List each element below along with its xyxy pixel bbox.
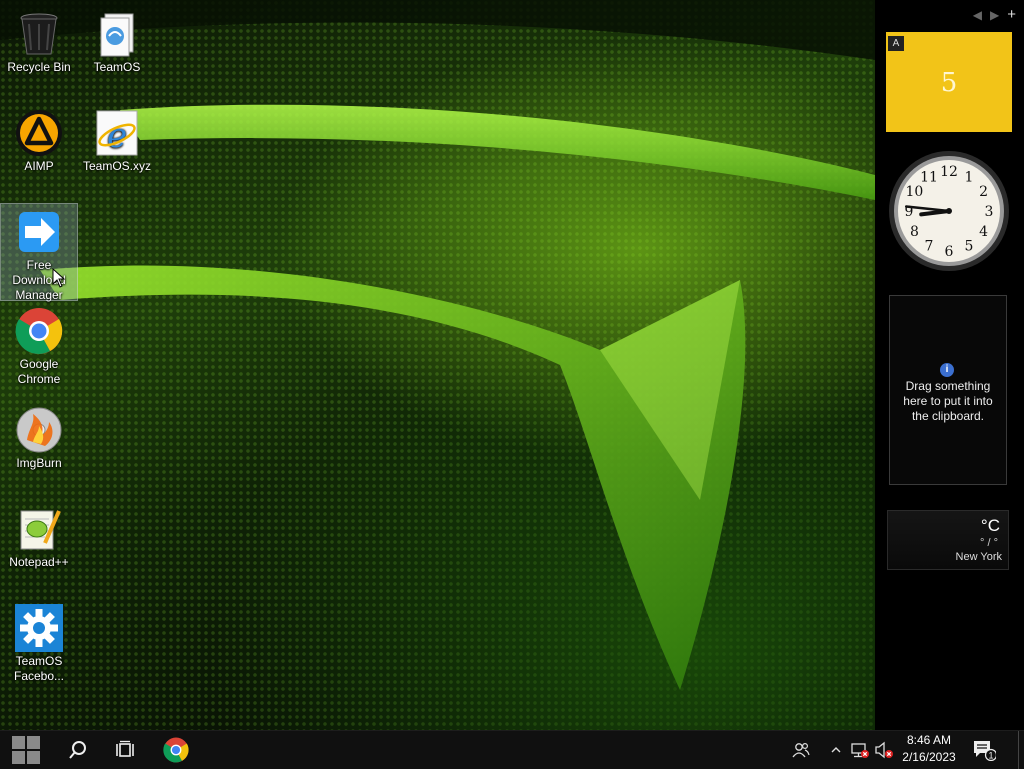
desktop[interactable]: Recycle Bin TeamOS AIMP e TeamOS.xyz Fre… [0, 0, 875, 730]
notification-icon: 1 [974, 741, 996, 761]
clock-numeral: 7 [925, 239, 934, 255]
chevron-up-icon [831, 747, 841, 753]
gear-icon [15, 604, 63, 652]
icon-label: Google Chrome [17, 357, 61, 386]
search-icon [69, 741, 86, 759]
aimp-icon [15, 109, 63, 157]
weather-temperature: °C [980, 516, 1000, 535]
desktop-icon-teamos-facebook[interactable]: TeamOS Facebo... [1, 600, 77, 684]
icon-label: Notepad++ [9, 555, 69, 569]
clock-numeral: 10 [905, 184, 923, 200]
imgburn-icon [15, 406, 63, 454]
clock-numeral: 6 [945, 244, 954, 260]
google-chrome-icon [163, 737, 189, 763]
tray-clock[interactable]: 8:46 AM 2/16/2023 [893, 732, 965, 766]
gadget-sidebar: ◀▶+ A 5 1 2 3 4 5 6 7 8 9 10 11 12 i Drag something… [875, 0, 1024, 730]
clock-gadget[interactable]: 1 2 3 4 5 6 7 8 9 10 11 12 [889, 148, 1009, 274]
desktop-icon-imgburn[interactable]: ImgBurn [1, 402, 77, 471]
desktop-icon-teamos[interactable]: TeamOS [79, 6, 155, 75]
teamos-folder-icon [93, 10, 141, 58]
volume-button[interactable] [873, 731, 895, 769]
desktop-icon-notepad-plus-plus[interactable]: Notepad++ [1, 501, 77, 570]
desktop-icon-aimp[interactable]: AIMP [1, 105, 77, 174]
icon-label: TeamOS.xyz [82, 159, 151, 173]
calendar-badge: A [888, 36, 904, 51]
calendar-day: 5 [940, 68, 958, 98]
volume-muted-icon [875, 741, 893, 759]
free-download-manager-icon [15, 208, 63, 256]
weather-gadget[interactable]: °C ° / ° New York [887, 510, 1009, 570]
icon-label: AIMP [24, 159, 54, 173]
clock-numeral: 11 [920, 169, 938, 185]
icon-label: Recycle Bin [7, 60, 71, 74]
desktop-icon-google-chrome[interactable]: Google Chrome [1, 303, 77, 387]
sidebar-controls: ◀▶+ [973, 6, 1016, 23]
task-view-button[interactable] [103, 731, 147, 769]
clock-numeral: 8 [910, 224, 919, 240]
icon-label: ImgBurn [16, 456, 62, 470]
clock-numeral: 3 [985, 204, 994, 220]
icon-label: TeamOS [93, 60, 141, 74]
clock-numeral: 1 [965, 169, 974, 185]
clock-numeral: 2 [979, 184, 988, 200]
search-button[interactable] [56, 731, 100, 769]
info-icon: i [940, 363, 954, 377]
svg-text:e: e [107, 116, 127, 156]
internet-explorer-icon: e [93, 109, 141, 157]
analog-clock: 1234567891011 12 [889, 151, 1009, 271]
people-icon [792, 742, 810, 758]
clock-numeral: 4 [979, 224, 988, 240]
clock-numeral: 12 [940, 164, 958, 180]
recycle-bin-icon [15, 10, 63, 58]
tray-date: 2/16/2023 [902, 750, 956, 764]
notepad-plus-plus-icon [15, 505, 63, 553]
weather-range: ° / ° [980, 537, 998, 549]
show-desktop-button[interactable] [1018, 731, 1024, 769]
clock-numeral: 5 [965, 239, 974, 255]
sidebar-prev-button[interactable]: ◀ [973, 8, 990, 22]
windows-logo-icon [12, 736, 40, 764]
icon-label: TeamOS Facebo... [13, 654, 65, 683]
show-hidden-icons-button[interactable] [827, 731, 845, 769]
desktop-icon-recycle-bin[interactable]: Recycle Bin [1, 6, 77, 75]
google-chrome-icon [15, 307, 63, 355]
task-view-icon [116, 740, 134, 757]
weather-city: New York [955, 551, 1002, 563]
chrome-pinned-button[interactable] [154, 731, 198, 769]
add-gadget-button[interactable]: + [1007, 6, 1016, 23]
people-button[interactable] [786, 731, 816, 769]
clipboard-gadget[interactable]: i Drag something here to put it into the… [889, 295, 1007, 485]
tray-time: 8:46 AM [906, 733, 952, 747]
taskbar: 8:46 AM 2/16/2023 1 [0, 730, 1024, 769]
network-button[interactable] [847, 731, 873, 769]
clipboard-hint: Drag something here to put it into the c… [903, 379, 993, 423]
action-center-button[interactable]: 1 [966, 731, 1002, 769]
mouse-cursor-icon [52, 268, 66, 288]
desktop-icon-teamos-xyz[interactable]: e TeamOS.xyz [79, 105, 155, 174]
network-disconnected-icon [851, 743, 869, 758]
calendar-gadget[interactable]: A 5 [886, 32, 1012, 132]
sidebar-next-button[interactable]: ▶ [990, 8, 1007, 22]
start-button[interactable] [0, 731, 52, 769]
notification-count: 1 [988, 751, 993, 761]
